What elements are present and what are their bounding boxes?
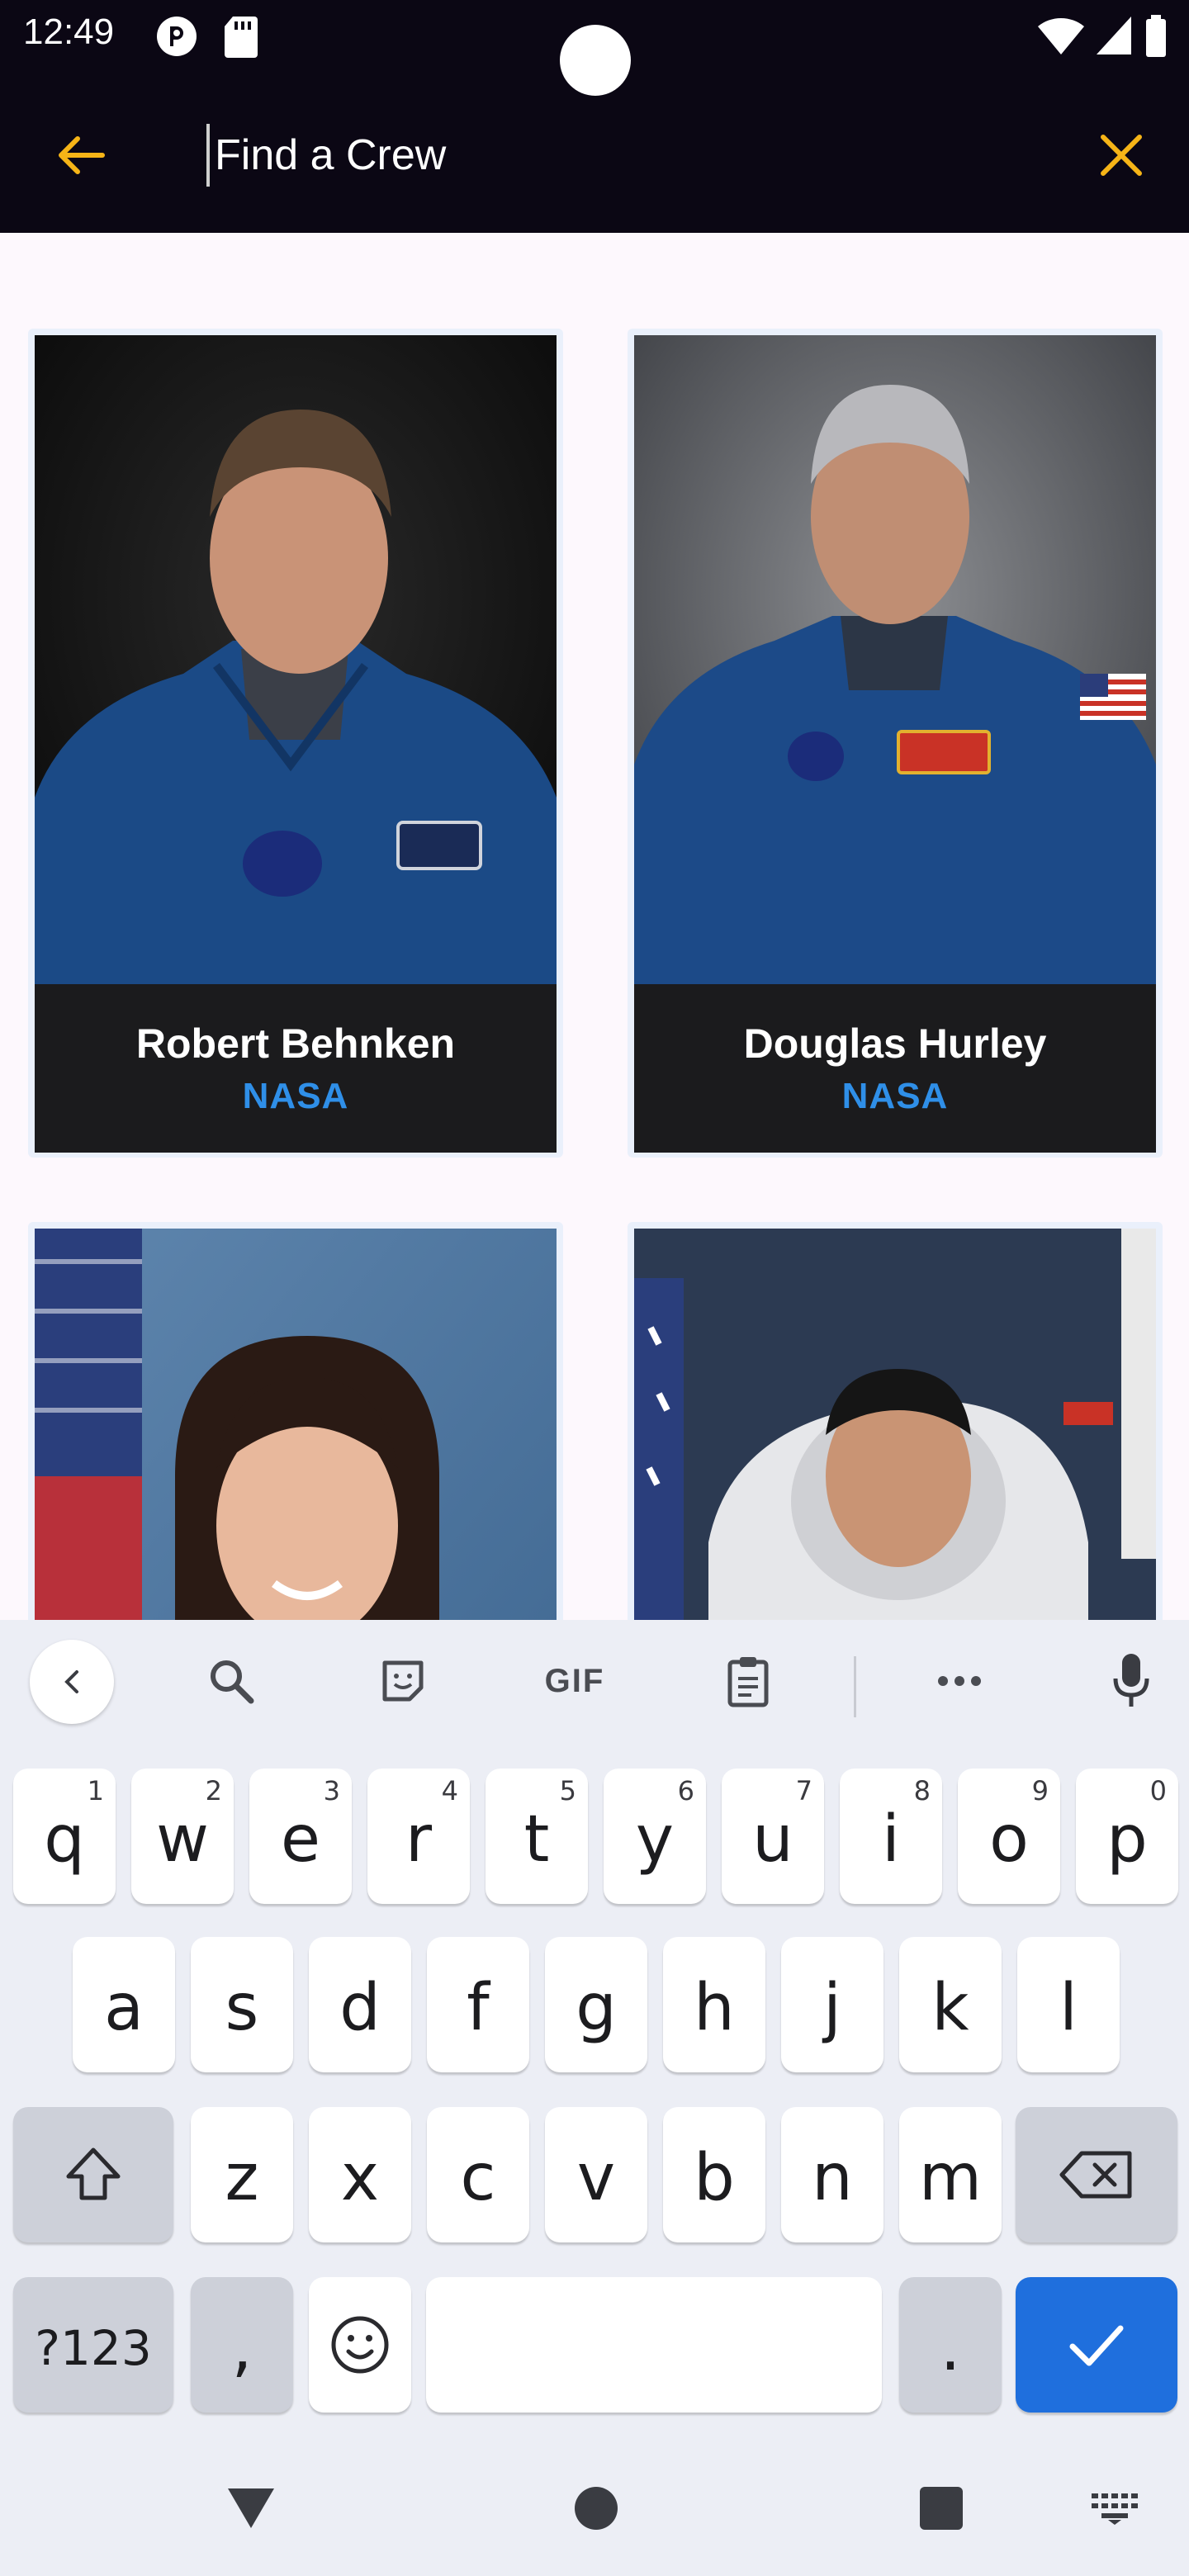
arrow-back-icon (59, 136, 105, 174)
sticker-button[interactable] (362, 1640, 444, 1722)
key-j[interactable]: j (781, 1937, 883, 2072)
nav-recents-button[interactable] (908, 2475, 974, 2541)
emoji-icon (331, 2316, 389, 2374)
crew-name: Douglas Hurley (743, 1020, 1047, 1067)
battery-icon (1144, 15, 1168, 62)
emoji-key[interactable] (309, 2277, 411, 2413)
crew-photo (35, 335, 557, 984)
signal-icon (1095, 15, 1133, 60)
key-c[interactable]: c (427, 2107, 529, 2242)
crew-card[interactable] (628, 1222, 1163, 1620)
chevron-left-icon (64, 1670, 78, 1693)
nav-back-button[interactable] (218, 2475, 284, 2541)
period-key[interactable]: . (899, 2277, 1002, 2413)
key-h[interactable]: h (663, 1937, 765, 2072)
crew-caption: Douglas Hurley NASA (634, 984, 1156, 1153)
close-icon (1101, 135, 1142, 176)
crew-agency: NASA (242, 1076, 349, 1116)
shift-icon (66, 2147, 121, 2200)
key-y[interactable]: 6y (604, 1769, 706, 1904)
back-button[interactable] (43, 117, 119, 193)
key-a[interactable]: a (73, 1937, 175, 2072)
key-x[interactable]: x (309, 2107, 411, 2242)
toolbar-divider (854, 1656, 856, 1717)
camera-cutout (560, 25, 631, 96)
keyboard-switch-button[interactable] (1082, 2475, 1148, 2541)
backspace-icon (1059, 2151, 1132, 2199)
square-icon (920, 2487, 963, 2530)
search-app-bar (0, 99, 1189, 206)
key-d[interactable]: d (309, 1937, 411, 2072)
key-p[interactable]: 0p (1076, 1769, 1178, 1904)
crew-card[interactable]: Douglas Hurley NASA (628, 329, 1163, 1158)
search-input[interactable] (206, 124, 1032, 187)
nav-home-button[interactable] (563, 2475, 629, 2541)
system-nav-bar (0, 2442, 1189, 2576)
done-key[interactable] (1016, 2277, 1177, 2413)
crew-card[interactable] (28, 1222, 563, 1620)
space-key[interactable] (426, 2277, 882, 2413)
status-time: 12:49 (23, 12, 115, 52)
key-i[interactable]: 8i (840, 1769, 942, 1904)
keyboard-toolbar: GIF (0, 1620, 1189, 1744)
crew-photo (634, 1229, 1156, 1620)
key-w[interactable]: 2w (131, 1769, 234, 1904)
key-e[interactable]: 3e (249, 1769, 352, 1904)
key-b[interactable]: b (663, 2107, 765, 2242)
key-g[interactable]: g (545, 1937, 647, 2072)
backspace-key[interactable] (1016, 2107, 1177, 2242)
voice-input-button[interactable] (1090, 1640, 1172, 1722)
sticker-icon (382, 1660, 424, 1702)
check-icon (1069, 2325, 1124, 2366)
key-t[interactable]: 5t (486, 1769, 588, 1904)
gif-button[interactable]: GIF (533, 1640, 616, 1722)
keyboard-icon (1092, 2493, 1138, 2525)
soft-keyboard: GIF 1q 2w 3e 4r 5t 6y 7u 8i 9o 0p a s d … (0, 1620, 1189, 2442)
gif-label: GIF (544, 1662, 605, 1699)
crew-agency: NASA (841, 1076, 949, 1116)
search-icon (211, 1660, 254, 1704)
crew-name: Robert Behnken (135, 1020, 456, 1067)
clipboard-icon (727, 1657, 769, 1707)
wifi-icon (1037, 15, 1085, 60)
crew-photo (35, 1229, 557, 1620)
key-k[interactable]: k (899, 1937, 1002, 2072)
key-m[interactable]: m (899, 2107, 1002, 2242)
mic-icon (1113, 1654, 1149, 1707)
triangle-down-icon (228, 2488, 274, 2528)
crew-card[interactable]: Robert Behnken NASA (28, 329, 563, 1158)
key-r[interactable]: 4r (367, 1769, 470, 1904)
key-s[interactable]: s (191, 1937, 293, 2072)
key-l[interactable]: l (1017, 1937, 1120, 2072)
key-f[interactable]: f (427, 1937, 529, 2072)
key-z[interactable]: z (191, 2107, 293, 2242)
top-bar: 12:49 (0, 0, 1189, 233)
crew-grid: Robert Behnken NASA Douglas Hurley NASA (0, 233, 1189, 1620)
sd-card-icon (223, 15, 259, 62)
more-options-button[interactable] (918, 1640, 1001, 1722)
key-o[interactable]: 9o (958, 1769, 1060, 1904)
app-notification-icon (155, 15, 198, 62)
crew-caption: Robert Behnken NASA (35, 984, 557, 1153)
clear-button[interactable] (1083, 117, 1159, 193)
keyboard-search-button[interactable] (190, 1640, 272, 1722)
key-v[interactable]: v (545, 2107, 647, 2242)
circle-icon (575, 2487, 618, 2530)
crew-photo (634, 335, 1156, 984)
key-u[interactable]: 7u (722, 1769, 824, 1904)
collapse-toolbar-button[interactable] (30, 1640, 114, 1724)
shift-key[interactable] (13, 2107, 173, 2242)
key-n[interactable]: n (781, 2107, 883, 2242)
symbols-key[interactable]: ?123 (13, 2277, 173, 2413)
comma-key[interactable]: , (191, 2277, 293, 2413)
key-q[interactable]: 1q (13, 1769, 116, 1904)
more-horiz-icon (938, 1676, 981, 1686)
clipboard-button[interactable] (707, 1640, 789, 1722)
